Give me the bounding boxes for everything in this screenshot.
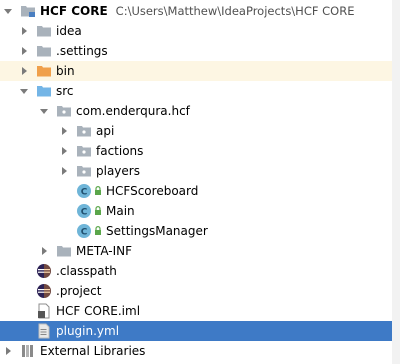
tree-item-label: .project [56, 284, 102, 298]
lock-icon [94, 206, 102, 216]
tree-item-classpath[interactable]: .classpath [0, 261, 392, 281]
tree-item-label: plugin.yml [56, 324, 120, 338]
chevron-right-icon[interactable] [38, 241, 50, 261]
package-icon [76, 143, 92, 159]
tree-item-external-libraries[interactable]: External Libraries [0, 341, 392, 361]
chevron-down-icon[interactable] [18, 81, 30, 101]
lock-icon [94, 226, 102, 236]
tree-item-label: factions [96, 144, 144, 158]
tree-item-hcfscoreboard[interactable]: C HCFScoreboard [0, 181, 392, 201]
chevron-right-icon[interactable] [58, 121, 70, 141]
tree-item-src[interactable]: src [0, 81, 392, 101]
yaml-file-icon [36, 323, 52, 339]
tree-item-project[interactable]: .project [0, 281, 392, 301]
chevron-down-icon[interactable] [2, 1, 14, 21]
chevron-right-icon[interactable] [58, 161, 70, 181]
eclipse-file-icon [36, 283, 52, 299]
tree-item-idea[interactable]: idea [0, 21, 392, 41]
tree-item-label: src [56, 84, 74, 98]
eclipse-file-icon [36, 263, 52, 279]
vertical-scrollbar[interactable] [392, 0, 400, 364]
package-icon [76, 123, 92, 139]
folder-icon [36, 23, 52, 39]
tree-item-hcf-core[interactable]: HCF CORE C:\Users\Matthew\IdeaProjects\H… [0, 1, 392, 21]
tree-item-label: api [96, 124, 115, 138]
library-icon [20, 343, 36, 359]
class-icon: C [76, 223, 92, 239]
class-icon: C [76, 183, 92, 199]
tree-item-label: HCF CORE.iml [56, 304, 141, 318]
module-folder-icon [20, 3, 36, 19]
chevron-right-icon[interactable] [58, 141, 70, 161]
chevron-down-icon[interactable] [38, 101, 50, 121]
svg-text:C: C [81, 188, 88, 198]
tree-item-label: players [96, 164, 140, 178]
tree-item-label: com.enderqura.hcf [76, 104, 190, 118]
tree-item-label: META-INF [76, 244, 133, 258]
svg-text:C: C [81, 228, 88, 238]
tree-item-settings[interactable]: .settings [0, 41, 392, 61]
chevron-right-icon[interactable] [18, 21, 30, 41]
tree-item-label: idea [56, 24, 82, 38]
tree-item-label: bin [56, 64, 75, 78]
chevron-right-icon[interactable] [2, 341, 14, 361]
tree-item-package[interactable]: com.enderqura.hcf [0, 101, 392, 121]
svg-text:C: C [81, 208, 88, 218]
source-folder-icon [36, 83, 52, 99]
project-name: HCF CORE [40, 4, 108, 18]
tree-item-settingsmanager[interactable]: C SettingsManager [0, 221, 392, 241]
folder-icon [36, 43, 52, 59]
tree-item-factions[interactable]: factions [0, 141, 392, 161]
tree-item-api[interactable]: api [0, 121, 392, 141]
tree-item-label: Main [106, 204, 135, 218]
tree-item-label: .settings [56, 44, 108, 58]
project-tree: HCF CORE C:\Users\Matthew\IdeaProjects\H… [0, 0, 400, 364]
package-icon [76, 163, 92, 179]
tree-item-meta-inf[interactable]: META-INF [0, 241, 392, 261]
package-icon [56, 103, 72, 119]
tree-item-label: SettingsManager [106, 224, 208, 238]
tree-item-main[interactable]: C Main [0, 201, 392, 221]
tree-item-label: External Libraries [40, 344, 146, 358]
lock-icon [94, 186, 102, 196]
chevron-right-icon[interactable] [18, 61, 30, 81]
tree-item-label: .classpath [56, 264, 117, 278]
tree-item-label: HCFScoreboard [106, 184, 199, 198]
folder-icon [56, 243, 72, 259]
chevron-right-icon[interactable] [18, 41, 30, 61]
project-path: C:\Users\Matthew\IdeaProjects\HCF CORE [115, 4, 355, 18]
class-icon: C [76, 203, 92, 219]
excluded-folder-icon [36, 63, 52, 79]
tree-item-iml[interactable]: HCF CORE.iml [0, 301, 392, 321]
tree-item-plugin-yml[interactable]: plugin.yml [0, 321, 392, 341]
tree-item-players[interactable]: players [0, 161, 392, 181]
tree-item-bin[interactable]: bin [0, 61, 392, 81]
module-file-icon [36, 303, 52, 319]
